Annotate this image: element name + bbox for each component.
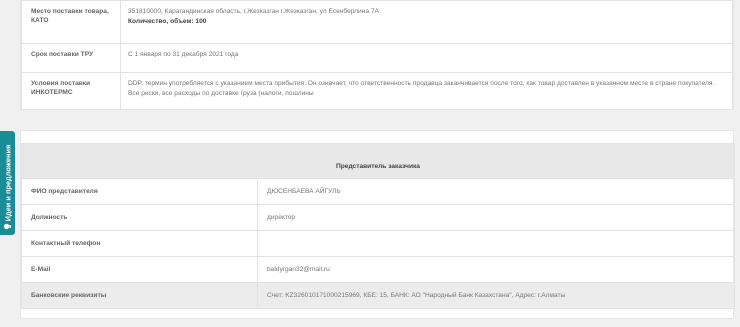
table-row: Контактный телефон (21, 230, 735, 257)
representative-card: Представитель заказчика ФИО представител… (20, 130, 735, 319)
phone-label: Контактный телефон (21, 230, 258, 257)
delivery-details-card: Место поставки товара, КАТО 351810000, К… (20, 0, 734, 110)
incoterms-label: Условия поставки ИНКОТЕРМС (21, 72, 121, 110)
table-row: Должность директор (21, 204, 735, 231)
representative-table: Представитель заказчика ФИО представител… (21, 143, 735, 309)
table-row: Условия поставки ИНКОТЕРМС DDP, термин у… (21, 72, 733, 110)
table-row: Банковские реквизиты Счет: KZ32601017100… (21, 282, 735, 309)
representative-header: Представитель заказчика (21, 143, 735, 179)
phone-value (257, 230, 735, 257)
feedback-tab[interactable]: Идеи и предложения (0, 131, 15, 235)
email-label: E-Mail (21, 256, 258, 283)
delivery-details-table: Место поставки товара, КАТО 351810000, К… (21, 0, 733, 110)
table-row: Место поставки товара, КАТО 351810000, К… (21, 0, 733, 44)
delivery-period-label: Срок поставки ТРУ (21, 43, 121, 73)
table-row: ФИО представителя ДЮСЕНБАЕВА АЙГУЛЬ (21, 178, 735, 205)
delivery-period-value: С 1 января по 31 декабря 2021 года (120, 43, 733, 73)
table-row: Срок поставки ТРУ С 1 января по 31 декаб… (21, 43, 733, 73)
email-value: baldyrgan32@mail.ru (257, 256, 735, 283)
delivery-place-label: Место поставки товара, КАТО (21, 0, 121, 44)
bank-details-label: Банковские реквизиты (21, 282, 258, 309)
delivery-place-cell: 351810000, Карагандинская область, г.Жез… (120, 0, 733, 44)
representative-header-row: Представитель заказчика (21, 143, 735, 179)
lightbulb-icon (3, 223, 12, 230)
delivery-place-value: 351810000, Карагандинская область, г.Жез… (128, 8, 379, 15)
representative-name-value: ДЮСЕНБАЕВА АЙГУЛЬ (257, 178, 735, 205)
bank-details-value: Счет: KZ326010171000215969, КБЕ: 15, БАН… (257, 282, 735, 309)
delivery-quantity: Количество, объем: 100 (128, 18, 207, 26)
incoterms-value: DDP, термин употребляется с указанием ме… (120, 72, 733, 110)
position-label: Должность (21, 204, 258, 231)
position-value: директор (257, 204, 735, 231)
table-row: E-Mail baldyrgan32@mail.ru (21, 256, 735, 283)
feedback-tab-label: Идеи и предложения (3, 144, 12, 222)
representative-name-label: ФИО представителя (21, 178, 258, 205)
